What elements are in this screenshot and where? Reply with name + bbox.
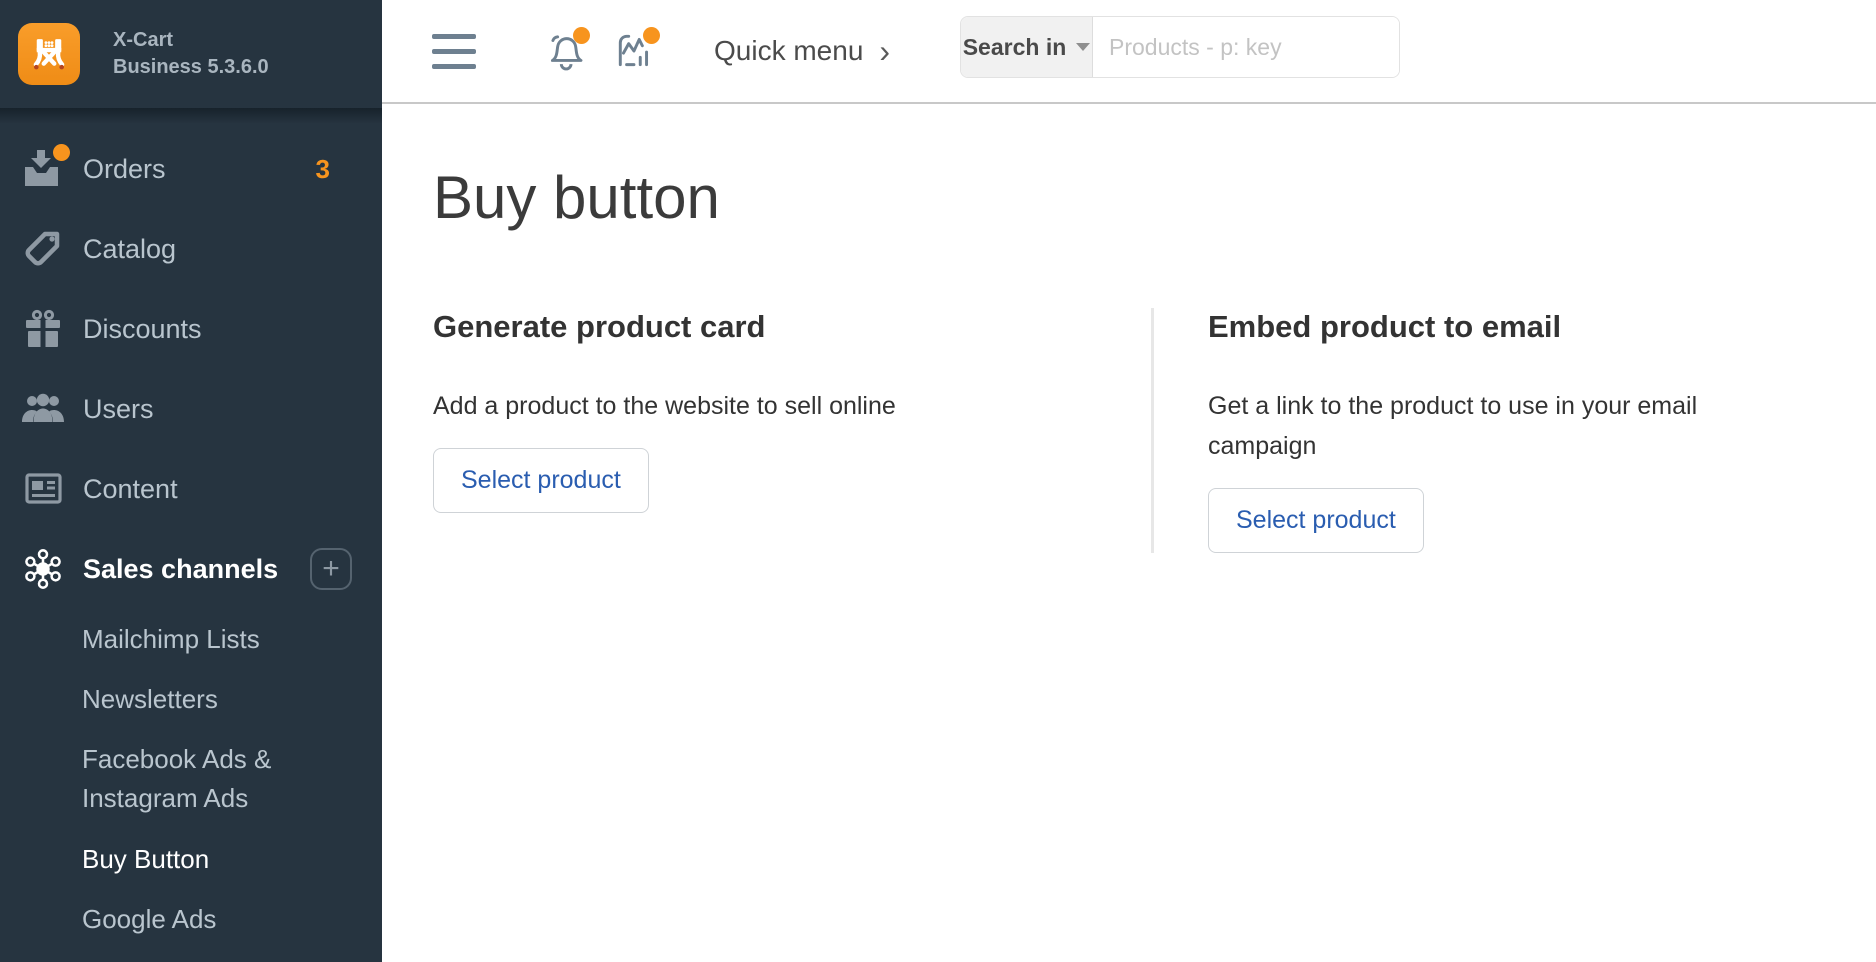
- search-scope-label: Search in: [963, 34, 1067, 61]
- sidebar-item-orders[interactable]: Orders 3: [0, 129, 382, 209]
- chevron-down-icon: [1076, 43, 1090, 51]
- sidebar-item-content[interactable]: Content: [0, 449, 382, 529]
- section-description: Get a link to the product to use in your…: [1208, 386, 1808, 466]
- activity-stats-icon[interactable]: [612, 29, 658, 73]
- section-divider: [1151, 308, 1154, 553]
- sidebar-subitem-newsletters[interactable]: Newsletters: [0, 669, 382, 729]
- brand-text: X-Cart Business 5.3.6.0: [113, 27, 269, 81]
- search-scope-dropdown[interactable]: Search in: [961, 17, 1093, 77]
- select-product-button-email[interactable]: Select product: [1208, 488, 1424, 553]
- users-group-icon: [22, 388, 64, 430]
- sidebar-subitem-buy-button[interactable]: Buy Button: [0, 829, 382, 889]
- brand-edition: Business 5.3.6.0: [113, 54, 269, 81]
- hamburger-menu-icon[interactable]: [432, 34, 476, 69]
- bell-notification-dot: [573, 27, 590, 44]
- hub-icon: [22, 548, 64, 590]
- sidebar-subitem-label: Facebook Ads & Instagram Ads: [82, 740, 352, 818]
- sidebar-item-discounts[interactable]: Discounts: [0, 289, 382, 369]
- sidebar-item-sales-channels[interactable]: Sales channels +: [0, 529, 382, 609]
- sidebar-top-shadow: [0, 108, 382, 124]
- orders-inbox-icon: [22, 148, 64, 190]
- buy-button-sections: Generate product card Add a product to t…: [433, 308, 1876, 553]
- price-tag-icon: [22, 228, 64, 270]
- sidebar-subitem-label: Mailchimp Lists: [82, 620, 260, 659]
- xcart-logo-icon: [18, 23, 80, 85]
- orders-notification-dot: [53, 144, 70, 161]
- chevron-right-icon: ›: [879, 37, 890, 65]
- global-search: Search in: [960, 16, 1400, 78]
- page-title: Buy button: [433, 162, 1876, 234]
- sidebar-item-label: Discounts: [83, 314, 202, 345]
- sidebar-subitem-label: Newsletters: [82, 680, 218, 719]
- notifications-bell-icon[interactable]: [542, 29, 588, 73]
- sidebar-subitem-google-ads[interactable]: Google Ads: [0, 889, 382, 949]
- section-description: Add a product to the website to sell onl…: [433, 386, 1151, 426]
- xcart-logo-glyph: [28, 33, 70, 75]
- embed-product-email-section: Embed product to email Get a link to the…: [1208, 308, 1808, 553]
- sidebar-item-label: Users: [83, 394, 154, 425]
- select-product-button-card[interactable]: Select product: [433, 448, 649, 513]
- sidebar-subitem-facebook-instagram-ads[interactable]: Facebook Ads & Instagram Ads: [0, 729, 382, 829]
- stats-notification-dot: [643, 27, 660, 44]
- sidebar-item-label: Orders: [83, 154, 166, 185]
- sidebar-item-users[interactable]: Users: [0, 369, 382, 449]
- app-logo-block[interactable]: X-Cart Business 5.3.6.0: [0, 0, 382, 108]
- sidebar-item-label: Catalog: [83, 234, 176, 265]
- sidebar-subitem-mailchimp-lists[interactable]: Mailchimp Lists: [0, 609, 382, 669]
- quick-menu-label: Quick menu: [714, 35, 863, 67]
- sidebar-subitem-label: Google Ads: [82, 900, 216, 939]
- generate-product-card-section: Generate product card Add a product to t…: [433, 308, 1151, 553]
- newspaper-icon: [22, 468, 64, 510]
- section-heading: Generate product card: [433, 308, 1151, 346]
- quick-menu-button[interactable]: Quick menu ›: [714, 35, 890, 67]
- sidebar: X-Cart Business 5.3.6.0 Orders 3: [0, 0, 382, 962]
- gift-icon: [22, 308, 64, 350]
- sidebar-item-label: Sales channels: [83, 554, 278, 585]
- section-heading: Embed product to email: [1208, 308, 1808, 346]
- sidebar-subitem-label: Buy Button: [82, 840, 209, 879]
- brand-name: X-Cart: [113, 27, 269, 54]
- search-input[interactable]: [1093, 17, 1400, 77]
- add-sales-channel-button[interactable]: +: [310, 548, 352, 590]
- orders-count-badge: 3: [316, 154, 352, 185]
- main-content: Buy button Generate product card Add a p…: [382, 106, 1876, 962]
- topbar: Quick menu › Search in: [382, 0, 1876, 104]
- sidebar-menu: Orders 3 Catalog Di: [0, 124, 382, 949]
- sidebar-item-catalog[interactable]: Catalog: [0, 209, 382, 289]
- sidebar-item-label: Content: [83, 474, 178, 505]
